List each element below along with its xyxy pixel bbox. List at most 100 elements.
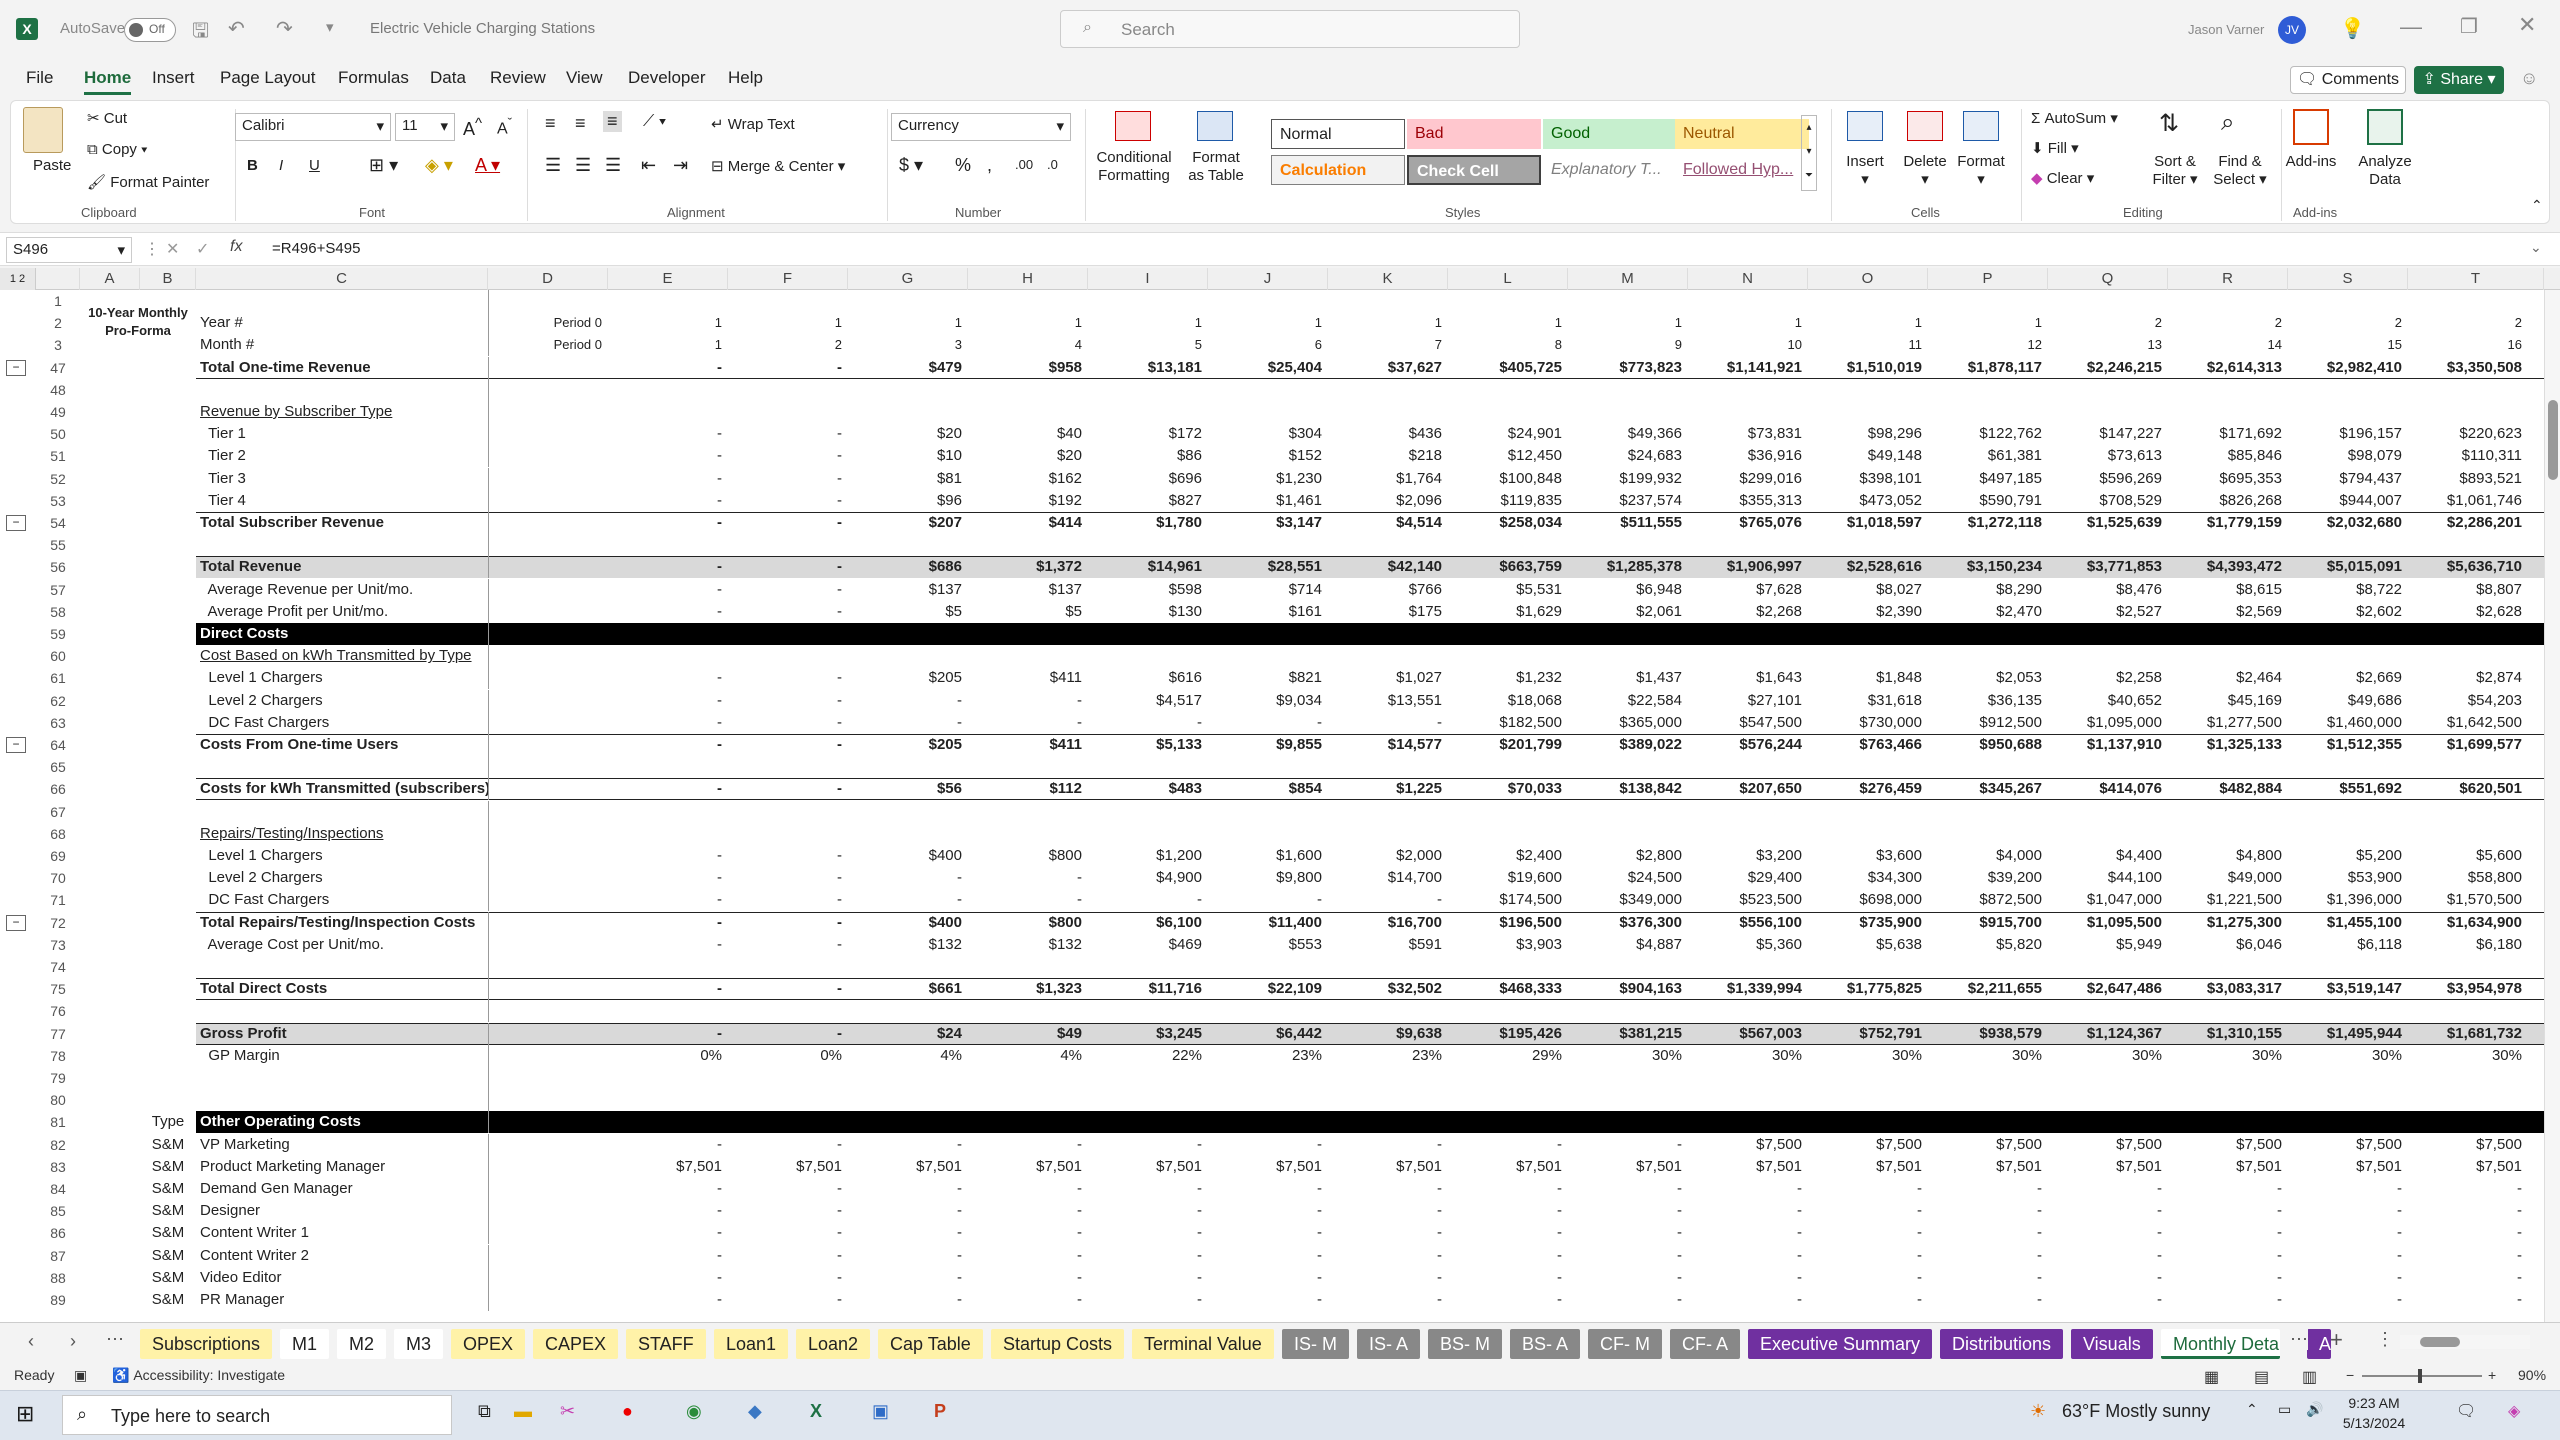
- cell-value[interactable]: $1,124,367: [2048, 1023, 2168, 1045]
- cell-value[interactable]: $6,100: [1088, 912, 1208, 934]
- cell-value[interactable]: -: [2288, 1267, 2408, 1289]
- cell-value[interactable]: -: [1088, 889, 1208, 911]
- cell-value[interactable]: $175: [1328, 601, 1448, 623]
- cell-value[interactable]: $1,095,500: [2048, 912, 2168, 934]
- cell-value[interactable]: -: [1088, 1245, 1208, 1267]
- cell-value[interactable]: $207: [848, 512, 968, 534]
- volume-icon[interactable]: 🔊: [2306, 1401, 2323, 1418]
- cell-value[interactable]: -: [2288, 1200, 2408, 1222]
- collapse-group-icon[interactable]: −: [6, 914, 26, 931]
- cell-value[interactable]: $4,000: [1928, 845, 2048, 867]
- cell-value[interactable]: $5,820: [1928, 934, 2048, 956]
- row-number[interactable]: 56: [36, 556, 80, 578]
- cell-value[interactable]: -: [1448, 1134, 1568, 1156]
- cell-value[interactable]: 1: [1808, 312, 1928, 334]
- cell-value[interactable]: $207,650: [1688, 778, 1808, 800]
- cell-value[interactable]: $1,061,746: [2408, 490, 2528, 512]
- cell-value[interactable]: $1,047,000: [2048, 889, 2168, 911]
- user-name[interactable]: Jason Varner: [2188, 22, 2264, 37]
- cell-value[interactable]: -: [1928, 1178, 2048, 1200]
- cell-value[interactable]: $54,203: [2408, 690, 2528, 712]
- cell-value[interactable]: $28,551: [1208, 556, 1328, 578]
- cell-value[interactable]: $1,600: [1208, 845, 1328, 867]
- cell-value[interactable]: -: [608, 445, 728, 467]
- cell-value[interactable]: $2,061: [1568, 601, 1688, 623]
- cell-value[interactable]: $1,310,155: [2168, 1023, 2288, 1045]
- cell-value[interactable]: -: [728, 690, 848, 712]
- enter-icon[interactable]: ✓: [196, 239, 209, 259]
- cell-value[interactable]: -: [848, 1134, 968, 1156]
- cell-value[interactable]: $1,455,100: [2288, 912, 2408, 934]
- cell-value[interactable]: -: [728, 734, 848, 756]
- cell-value[interactable]: $2,268: [1688, 601, 1808, 623]
- cell-value[interactable]: -: [728, 889, 848, 911]
- save-icon[interactable]: 🖫: [192, 16, 209, 50]
- column-header-p[interactable]: P: [1928, 268, 2048, 290]
- cell-value[interactable]: $4,887: [1568, 934, 1688, 956]
- cell-value[interactable]: $2,211,655: [1928, 978, 2048, 1000]
- cell-value[interactable]: 16: [2408, 334, 2528, 356]
- cell-value[interactable]: $1,570,500: [2408, 889, 2528, 911]
- cell-value[interactable]: -: [848, 889, 968, 911]
- insert-button[interactable]: Insert ▾: [1837, 153, 1893, 189]
- cell-value[interactable]: -: [1928, 1267, 2048, 1289]
- cell-value[interactable]: $11,716: [1088, 978, 1208, 1000]
- cell-value[interactable]: $576,244: [1688, 734, 1808, 756]
- decrease-indent-icon[interactable]: ⇤: [641, 155, 656, 176]
- align-right-icon[interactable]: ☰: [605, 155, 621, 176]
- cell-value[interactable]: -: [848, 1178, 968, 1200]
- cell-value[interactable]: $11,400: [1208, 912, 1328, 934]
- zoom-slider[interactable]: [2362, 1369, 2482, 1383]
- row-number[interactable]: 74: [36, 956, 80, 978]
- cell-value[interactable]: -: [728, 978, 848, 1000]
- zoom-level[interactable]: 90%: [2518, 1367, 2546, 1383]
- align-left-icon[interactable]: ☰: [545, 155, 561, 176]
- cell-value[interactable]: $1,461: [1208, 490, 1328, 512]
- row-number[interactable]: 64: [36, 734, 80, 756]
- clear-button[interactable]: ◆ Clear ▾: [2031, 169, 2094, 187]
- cell-value[interactable]: $4,517: [1088, 690, 1208, 712]
- cell-value[interactable]: $469: [1088, 934, 1208, 956]
- format-as-table-button[interactable]: Format as Table: [1183, 149, 1249, 185]
- cell-value[interactable]: $765,076: [1688, 512, 1808, 534]
- cell-value[interactable]: $2,628: [2408, 601, 2528, 623]
- cell-value[interactable]: 30%: [1808, 1045, 1928, 1067]
- cell-value[interactable]: 1: [1328, 312, 1448, 334]
- cell-value[interactable]: $1,780: [1088, 512, 1208, 534]
- network-icon[interactable]: ▭: [2278, 1401, 2291, 1418]
- row-number[interactable]: 76: [36, 1000, 80, 1022]
- cell-type[interactable]: S&M: [140, 1289, 196, 1311]
- row-number[interactable]: 73: [36, 934, 80, 956]
- cell-value[interactable]: $2,000: [1328, 845, 1448, 867]
- cell-label[interactable]: Month #: [196, 334, 488, 356]
- cell-value[interactable]: $7,501: [1928, 1156, 2048, 1178]
- cell-value[interactable]: -: [728, 912, 848, 934]
- cell-value[interactable]: $7,501: [608, 1156, 728, 1178]
- photos-icon[interactable]: ▣: [872, 1401, 889, 1422]
- cell-value[interactable]: $14,961: [1088, 556, 1208, 578]
- row-number[interactable]: 3: [36, 334, 80, 356]
- share-button[interactable]: ⇪ Share ▾: [2414, 66, 2504, 94]
- cell-value[interactable]: $13,181: [1088, 357, 1208, 379]
- cell-value[interactable]: $2,400: [1448, 845, 1568, 867]
- cut-button[interactable]: ✂ Cut: [87, 109, 127, 127]
- cell-period[interactable]: Period 0: [488, 312, 608, 334]
- cell-label[interactable]: Average Cost per Unit/mo.: [196, 934, 488, 956]
- cell-value[interactable]: $7,500: [2408, 1134, 2528, 1156]
- cell-label[interactable]: Cost Based on kWh Transmitted by Type: [196, 645, 488, 667]
- cell-value[interactable]: -: [1928, 1200, 2048, 1222]
- cell-value[interactable]: -: [968, 690, 1088, 712]
- autosave-toggle[interactable]: Off: [124, 18, 176, 42]
- cell-value[interactable]: $24,500: [1568, 867, 1688, 889]
- cell-value[interactable]: $854: [1208, 778, 1328, 800]
- style-calculation[interactable]: Calculation: [1271, 155, 1405, 185]
- cell-value[interactable]: $25,404: [1208, 357, 1328, 379]
- cell-value[interactable]: -: [728, 579, 848, 601]
- redo-icon[interactable]: ↷: [276, 16, 293, 41]
- cell-value[interactable]: $3,519,147: [2288, 978, 2408, 1000]
- cell-value[interactable]: $4,393,472: [2168, 556, 2288, 578]
- cell-value[interactable]: $598: [1088, 579, 1208, 601]
- cell-value[interactable]: $2,032,680: [2288, 512, 2408, 534]
- cell-value[interactable]: $86: [1088, 445, 1208, 467]
- cell-value[interactable]: $827: [1088, 490, 1208, 512]
